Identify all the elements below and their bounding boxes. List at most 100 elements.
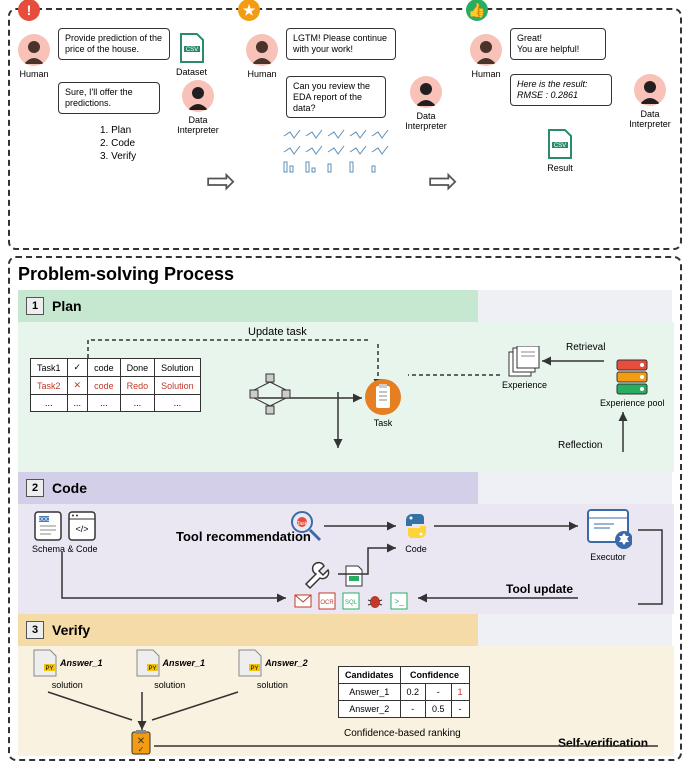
result-label: Result: [546, 163, 574, 173]
di-label: Data Interpreter: [168, 115, 228, 135]
verify-label: Verify: [52, 622, 90, 638]
server-icon: [613, 358, 651, 396]
search-gear-icon: Task: [288, 508, 324, 544]
experience-label: Experience: [502, 380, 547, 390]
eda-chart-icon: [282, 126, 402, 182]
doc-icon: DOC: [33, 510, 63, 542]
verify-area: PYAnswer_1 solution PYAnswer_1 solution …: [18, 646, 674, 756]
reflection-label: Reflection: [558, 440, 602, 451]
py-file-icon: PY: [135, 648, 161, 678]
solution-label: solution: [257, 680, 288, 690]
svg-text:OCR: OCR: [320, 600, 334, 606]
experience-docs-icon: [507, 346, 543, 378]
di-speech-2: Can you review the EDA report of the dat…: [286, 76, 386, 118]
retrieval-arrow: [540, 354, 606, 368]
reflection-arrow: [616, 410, 630, 454]
step-2: 2. Code: [100, 137, 136, 150]
human-speech-2: LGTM! Please continue with your work!: [286, 28, 396, 60]
csv-file-icon: CSV: [178, 32, 206, 64]
tool-update-label: Tool update: [506, 582, 573, 596]
solution-label: solution: [154, 680, 185, 690]
step-3: 3. Verify: [100, 150, 136, 163]
terminal-icon: >_: [390, 592, 408, 610]
retrieval-label: Retrieval: [566, 342, 605, 353]
arrow-right-icon: ⇨: [206, 160, 236, 202]
python-icon: [400, 510, 432, 542]
plan-label: Plan: [52, 298, 82, 314]
executor-icon: [584, 508, 632, 550]
di-avatar-icon: [182, 80, 214, 112]
schema-code-label: Schema & Code: [32, 544, 98, 554]
csv-file-icon: CSV: [546, 128, 574, 160]
plan-number: 1: [26, 297, 44, 315]
dataset-label: Dataset: [176, 67, 207, 77]
experience-pool-label: Experience pool: [600, 398, 665, 408]
human-label: Human: [18, 69, 50, 79]
human-avatar-icon: [246, 34, 278, 66]
solution-file-1: PYAnswer_1 solution: [32, 648, 103, 690]
verify-number: 3: [26, 621, 44, 639]
exp-to-task-arrow: [406, 368, 502, 382]
steps-list: 1. Plan 2. Code 3. Verify: [100, 124, 136, 163]
svg-text:PY: PY: [148, 666, 156, 672]
badge-thumbs-up-icon: 👍: [466, 0, 488, 21]
human-label: Human: [246, 69, 278, 79]
file-icon: [344, 564, 364, 588]
human-speech-1: Provide prediction of the price of the h…: [58, 28, 170, 60]
di-avatar-icon: [410, 76, 442, 108]
svg-text:✓: ✓: [138, 745, 145, 754]
di-label: Data Interpreter: [396, 111, 456, 131]
converge-arrows: [32, 690, 292, 734]
svg-text:>_: >_: [394, 597, 404, 606]
process-panel: Problem-solving Process 1 Plan Update ta…: [8, 256, 682, 761]
human-avatar-icon: [470, 34, 502, 66]
code-label: Code: [52, 480, 87, 496]
code-header: 2 Code: [18, 472, 478, 504]
solution-file-2: PYAnswer_1 solution: [135, 648, 206, 690]
verify-loop-arrow: [152, 738, 662, 754]
badge-star-icon: ★: [238, 0, 260, 21]
plan-header: 1 Plan: [18, 290, 478, 322]
confidence-table: CandidatesConfidence Answer_10.2-1 Answe…: [338, 666, 470, 718]
plan-area: Update task Task1✓codeDoneSolution Task2…: [18, 322, 674, 472]
svg-text:CSV: CSV: [185, 47, 197, 53]
graph-icon: [248, 372, 292, 416]
badge-alert-icon: !: [18, 0, 40, 21]
py-file-icon: PY: [237, 648, 263, 678]
verify-header: 3 Verify: [18, 614, 478, 646]
update-task-label: Update task: [248, 326, 307, 338]
code-window-icon: </>: [67, 510, 97, 542]
code-label: Code: [405, 544, 427, 554]
arrow-right-icon: ⇨: [428, 160, 458, 202]
di-label: Data Interpreter: [620, 109, 680, 129]
bug-icon: [366, 592, 384, 610]
step-1: 1. Plan: [100, 124, 136, 137]
mail-icon: [294, 592, 312, 610]
sql-icon: SQL: [342, 592, 360, 610]
task-label: Task: [374, 418, 393, 428]
ocr-icon: OCR: [318, 592, 336, 610]
svg-text:</>: </>: [75, 524, 88, 534]
di-speech-1: Sure, I'll offer the predictions.: [58, 82, 160, 114]
di-avatar-icon: [634, 74, 666, 106]
code-area: DOC </> Schema & Code Tool recommendatio…: [18, 504, 674, 614]
svg-text:CSV: CSV: [554, 143, 566, 149]
svg-text:DOC: DOC: [38, 517, 50, 523]
svg-text:PY: PY: [251, 666, 259, 672]
svg-text:PY: PY: [45, 666, 53, 672]
tool-icons-row: OCR SQL >_: [294, 592, 408, 610]
svg-text:SQL: SQL: [345, 600, 358, 606]
wrench-icon: [304, 560, 334, 590]
process-title: Problem-solving Process: [18, 264, 234, 285]
task-clipboard-icon: [364, 378, 402, 416]
svg-text:Task: Task: [297, 521, 308, 527]
clipboard-check-icon: ✕✓: [130, 730, 152, 756]
py-file-icon: PY: [32, 648, 58, 678]
executor-label: Executor: [590, 552, 626, 562]
human-speech-3: Great! You are helpful!: [510, 28, 606, 60]
code-number: 2: [26, 479, 44, 497]
solution-label: solution: [52, 680, 83, 690]
human-avatar-icon: [18, 34, 50, 66]
human-label: Human: [470, 69, 502, 79]
task-table: Task1✓codeDoneSolution Task2✕codeRedoSol…: [30, 358, 201, 412]
